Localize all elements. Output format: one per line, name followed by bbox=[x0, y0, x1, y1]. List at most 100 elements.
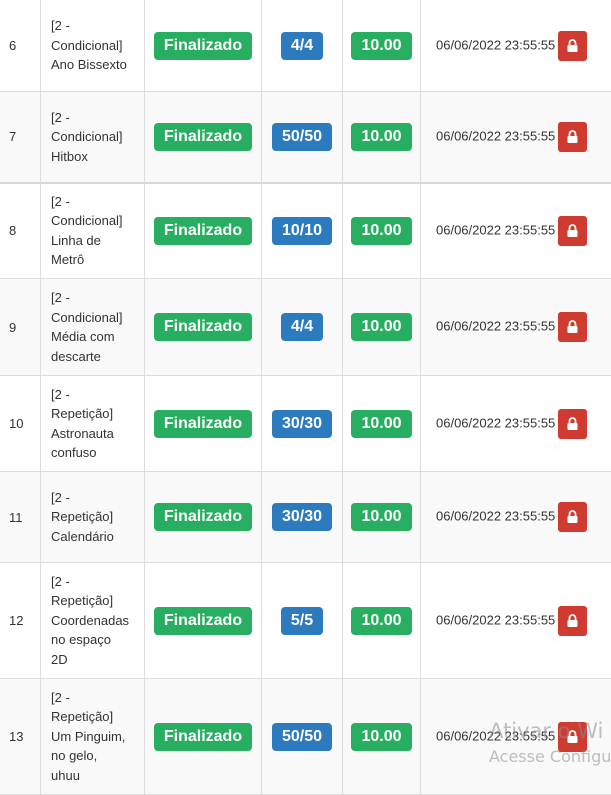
problem-name-line: Astronauta bbox=[51, 425, 114, 441]
problem-name-line: uhuu bbox=[51, 767, 80, 783]
problem-name-line: [2 - bbox=[51, 109, 70, 125]
problem-name-line: Condicional] bbox=[51, 129, 123, 144]
problem-name-line: Calendário bbox=[51, 528, 114, 544]
problem-name-line: [2 - bbox=[51, 386, 70, 402]
submission-date: 06/06/2022 23:55:55 bbox=[436, 727, 556, 743]
lock-button[interactable] bbox=[558, 502, 588, 532]
lock-icon bbox=[567, 223, 578, 237]
table-row: 7 [2 - Condicional] Hitbox Finalizado 50… bbox=[0, 91, 611, 183]
problem-name-cell: [2 - Repetição] Um Pinguim, no gelo, uhu… bbox=[40, 678, 145, 795]
problem-name-line: Um Pinguim, bbox=[51, 728, 126, 744]
submission-date: 06/06/2022 23:55:55 bbox=[436, 414, 556, 430]
problem-name-line: no espaço bbox=[51, 632, 111, 648]
score-badge: 50/50 bbox=[271, 722, 333, 751]
problem-name-line: Repetição] bbox=[51, 406, 114, 421]
problem-name-line: [2 - bbox=[51, 290, 70, 305]
lock-button[interactable] bbox=[558, 721, 588, 752]
grade-badge: 10.00 bbox=[351, 722, 412, 751]
row-number: 7 bbox=[0, 91, 41, 183]
grade-badge: 10.00 bbox=[351, 122, 412, 151]
submission-date: 06/06/2022 23:55:55 bbox=[436, 508, 556, 524]
problem-name-line: [2 - bbox=[51, 573, 70, 589]
lock-button[interactable] bbox=[558, 215, 588, 246]
status-badge: Finalizado bbox=[153, 722, 253, 751]
problem-name-cell: [2 - Condicional] Hitbox bbox=[40, 91, 145, 183]
problem-name-line: Repetição] bbox=[51, 709, 114, 725]
lock-button[interactable] bbox=[558, 121, 588, 152]
lock-icon bbox=[567, 129, 578, 143]
grade-badge: 10.00 bbox=[351, 503, 412, 531]
lock-icon bbox=[567, 320, 578, 333]
lock-icon bbox=[567, 510, 578, 523]
problem-name-line: Linha de bbox=[51, 232, 101, 248]
problem-name-line: 2D bbox=[51, 651, 68, 667]
submission-date: 06/06/2022 23:55:55 bbox=[436, 222, 556, 238]
table-row: 11 [2 - Repetição] Calendário Finalizado… bbox=[0, 471, 611, 563]
table-row: 6 [2 - Condicional] Ano Bissexto Finaliz… bbox=[0, 0, 611, 92]
grade-badge: 10.00 bbox=[351, 606, 412, 635]
problem-name-cell: [2 - Repetição] Calendário bbox=[40, 471, 145, 563]
row-number: 11 bbox=[0, 471, 41, 563]
lock-icon bbox=[567, 613, 578, 627]
status-badge: Finalizado bbox=[153, 31, 253, 60]
problem-name-cell: [2 - Repetição] Coordenadas no espaço 2D bbox=[40, 562, 145, 679]
problem-name-line: Condicional] bbox=[51, 37, 123, 53]
table-row: 9 [2 - Condicional] Média com descarte F… bbox=[0, 278, 611, 376]
status-badge: Finalizado bbox=[153, 606, 253, 635]
grade-badge: 10.00 bbox=[351, 216, 412, 245]
score-badge: 5/5 bbox=[280, 606, 324, 635]
score-badge: 30/30 bbox=[271, 503, 333, 531]
problem-name-line: Repetição] bbox=[51, 593, 114, 609]
submissions-table: 6 [2 - Condicional] Ano Bissexto Finaliz… bbox=[0, 0, 611, 795]
problem-name-cell: [2 - Condicional] Linha de Metrô bbox=[40, 181, 145, 279]
problem-name-line: Repetição] bbox=[51, 509, 114, 525]
problem-name-line: [2 - bbox=[51, 689, 70, 705]
problem-name-line: [2 - bbox=[51, 489, 70, 505]
grade-badge: 10.00 bbox=[351, 31, 412, 60]
status-badge: Finalizado bbox=[153, 313, 253, 341]
problem-name-line: [2 - bbox=[51, 18, 70, 34]
submission-date: 06/06/2022 23:55:55 bbox=[436, 128, 556, 144]
grade-badge: 10.00 bbox=[351, 409, 412, 438]
status-badge: Finalizado bbox=[153, 122, 253, 151]
lock-icon bbox=[567, 729, 578, 743]
table-row: 13 [2 - Repetição] Um Pinguim, no gelo, … bbox=[0, 678, 611, 795]
table-row: 8 [2 - Condicional] Linha de Metrô Final… bbox=[0, 181, 611, 279]
status-badge: Finalizado bbox=[153, 216, 253, 245]
lock-icon bbox=[567, 416, 578, 430]
submission-date: 06/06/2022 23:55:55 bbox=[436, 318, 556, 334]
lock-button[interactable] bbox=[558, 312, 588, 342]
score-badge: 4/4 bbox=[280, 313, 324, 341]
problem-name-cell: [2 - Condicional] Ano Bissexto bbox=[40, 0, 145, 92]
row-number: 9 bbox=[0, 278, 41, 376]
lock-button[interactable] bbox=[558, 605, 588, 636]
row-number: 10 bbox=[0, 375, 41, 472]
row-number: 12 bbox=[0, 562, 41, 679]
submission-date: 06/06/2022 23:55:55 bbox=[436, 36, 556, 52]
row-number: 13 bbox=[0, 678, 41, 795]
problem-name-line: confuso bbox=[51, 445, 97, 460]
score-badge: 30/30 bbox=[271, 409, 333, 438]
row-number: 8 bbox=[0, 181, 41, 279]
table-row: 10 [2 - Repetição] Astronauta confuso Fi… bbox=[0, 375, 611, 472]
problem-name-line: Condicional] bbox=[51, 213, 123, 229]
row-number: 6 bbox=[0, 0, 41, 92]
problem-name-line: [2 - bbox=[51, 193, 70, 209]
score-badge: 10/10 bbox=[271, 216, 333, 245]
problem-name-line: no gelo, bbox=[51, 748, 98, 764]
lock-button[interactable] bbox=[558, 30, 588, 61]
score-badge: 50/50 bbox=[271, 122, 333, 151]
problem-name-line: descarte bbox=[51, 348, 101, 364]
score-badge: 4/4 bbox=[280, 31, 324, 60]
problem-name-line: Coordenadas bbox=[51, 612, 130, 628]
problem-name-line: Média com bbox=[51, 329, 115, 344]
lock-button[interactable] bbox=[558, 408, 588, 439]
problem-name-line: Metrô bbox=[51, 252, 85, 268]
problem-name-line: Ano Bissexto bbox=[51, 57, 127, 73]
grade-badge: 10.00 bbox=[351, 313, 412, 341]
lock-icon bbox=[567, 38, 578, 52]
problem-name-cell: [2 - Repetição] Astronauta confuso bbox=[40, 375, 145, 472]
problem-name-cell: [2 - Condicional] Média com descarte bbox=[40, 278, 145, 376]
table-row: 12 [2 - Repetição] Coordenadas no espaço… bbox=[0, 562, 611, 679]
status-badge: Finalizado bbox=[153, 503, 253, 531]
